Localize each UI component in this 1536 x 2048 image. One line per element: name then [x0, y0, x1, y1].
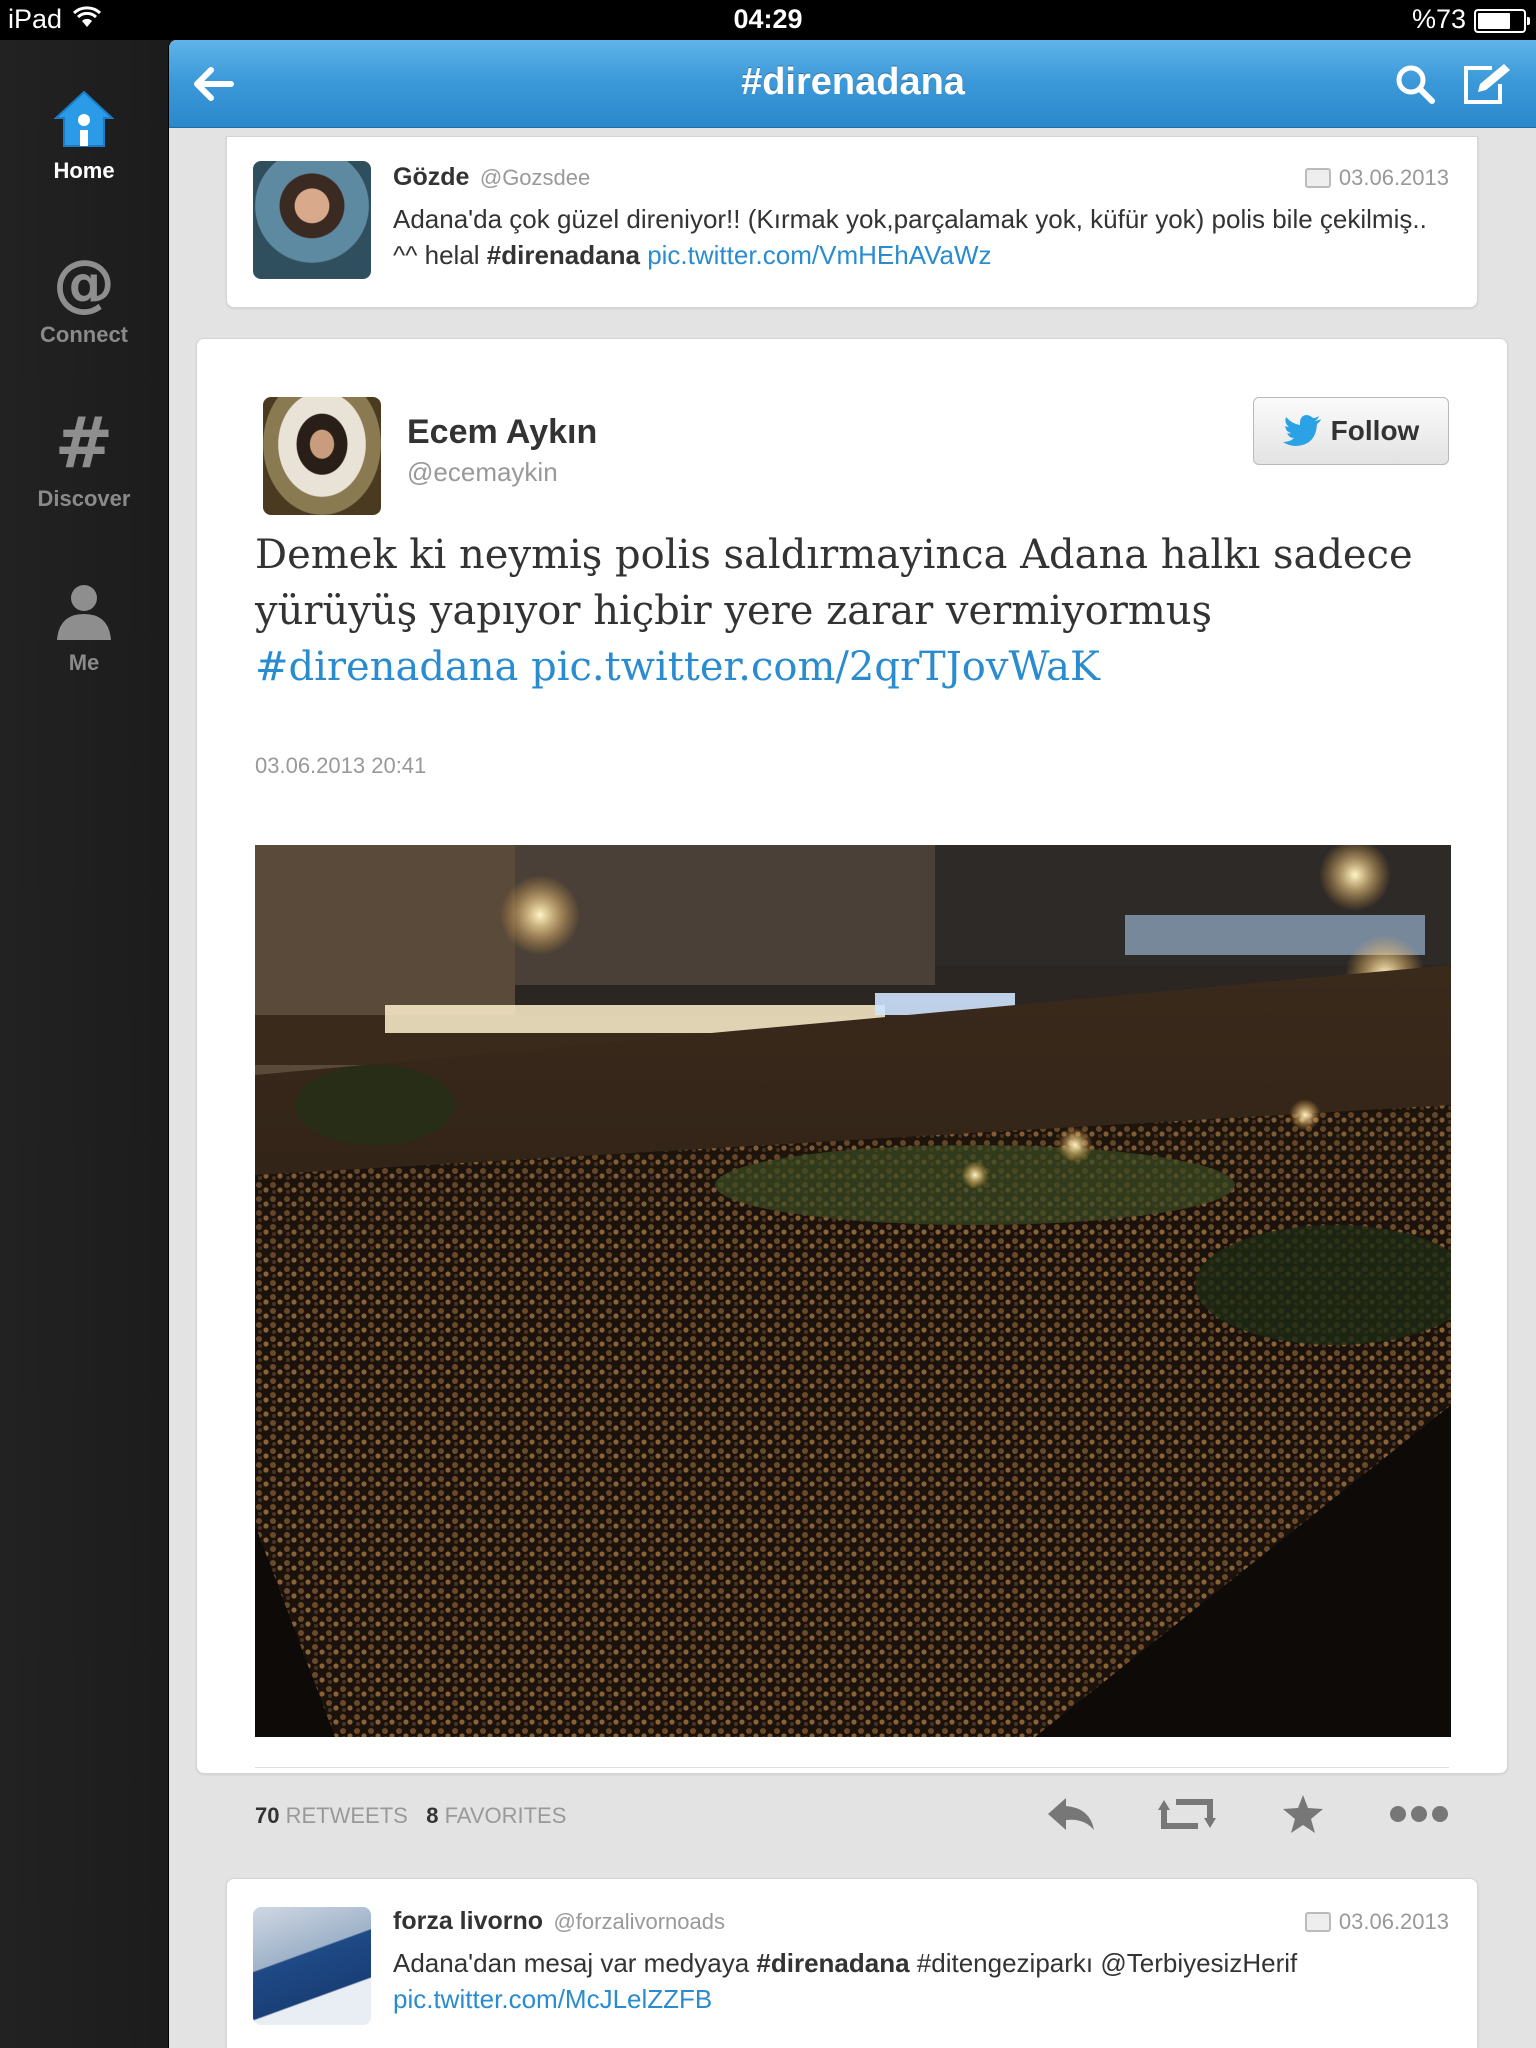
tweet-date: 03.06.2013 [1304, 165, 1449, 191]
tweet-card[interactable]: Gözde @Gozsdee 03.06.2013 Adana'da çok g… [226, 136, 1478, 308]
reply-icon [1048, 1798, 1094, 1830]
compose-button[interactable] [1457, 54, 1517, 114]
tweet-timestamp: 03.06.2013 20:41 [255, 753, 427, 778]
tweet-author-name[interactable]: Ecem Aykın [407, 413, 597, 452]
media-link[interactable]: pic.twitter.com/2qrTJovWaK [531, 644, 1100, 690]
battery-percent: %73 [1411, 4, 1466, 34]
follow-label: Follow [1330, 415, 1420, 446]
sidebar: Home @ Connect # Discover Me [0, 40, 168, 2048]
sidebar-item-discover[interactable]: # Discover [0, 408, 168, 512]
status-bar: iPad 04:29 %73 [0, 0, 1536, 40]
tweet-date-text: 03.06.2013 [1338, 1909, 1449, 1934]
tweet-text: Adana'da çok güzel direniyor!! (Kırmak y… [393, 201, 1449, 273]
avatar[interactable] [263, 397, 381, 515]
tweet-author-handle[interactable]: @ecemaykin [407, 457, 558, 488]
tweet-date-text: 03.06.2013 [1338, 165, 1449, 190]
sidebar-item-label: Me [68, 650, 100, 675]
tweet-text-part: Adana'dan mesaj var medyaya [393, 1948, 757, 1978]
hashtag-link[interactable]: #direnadana [756, 1948, 909, 1978]
tweet-author-name[interactable]: Gözde [393, 163, 469, 191]
clock: 04:29 [733, 4, 803, 34]
retweets-count[interactable]: 70 [255, 1803, 279, 1828]
at-icon: @ [53, 246, 115, 319]
tweet-text-part: Demek ki neymiş polis saldırmayinca Adan… [255, 532, 1413, 634]
follow-button[interactable]: Follow [1253, 397, 1449, 465]
hashtag-link[interactable]: #direnadana [487, 240, 640, 270]
hashtag-link[interactable]: #direnadana [255, 644, 518, 690]
sidebar-item-connect[interactable]: @ Connect [0, 244, 168, 348]
retweet-icon [1158, 1799, 1216, 1829]
search-button[interactable] [1385, 54, 1445, 114]
avatar[interactable] [253, 161, 371, 279]
favorites-label: FAVORITES [444, 1803, 567, 1828]
avatar[interactable] [253, 1907, 371, 2025]
hash-icon: # [54, 402, 114, 484]
reply-button[interactable] [1041, 1789, 1101, 1839]
media-icon [1304, 1912, 1331, 1932]
page-title: #direnadana [741, 61, 965, 103]
sidebar-item-label: Discover [37, 486, 131, 511]
protest-crowd-photo [255, 845, 1451, 1737]
header-bar: #direnadana [169, 40, 1536, 128]
divider [255, 1767, 1449, 1768]
expanded-tweet-card: Ecem Aykın @ecemaykin Follow Demek ki ne… [196, 338, 1508, 1833]
sidebar-item-home[interactable]: Home [0, 80, 168, 184]
tweet-text-part: #ditengeziparkı @TerbiyesizHerif [909, 1948, 1298, 1978]
tweet-text: Demek ki neymiş polis saldırmayinca Adan… [255, 527, 1449, 695]
sidebar-item-label: Home [53, 158, 115, 183]
twitter-bird-icon [1282, 415, 1321, 446]
tweet-photo[interactable] [255, 845, 1451, 1737]
sidebar-item-label: Connect [40, 322, 128, 347]
search-icon [1396, 65, 1435, 104]
retweet-button[interactable] [1157, 1789, 1217, 1839]
favorite-star-icon [1283, 1795, 1323, 1833]
tweet-text: Adana'dan mesaj var medyaya #direnadana … [393, 1945, 1449, 2017]
home-icon [53, 90, 115, 147]
timeline-panel: #direnadana Gözde @Gozsdee 03.06.2013 Ad… [168, 40, 1536, 2048]
media-link[interactable]: pic.twitter.com/VmHEhAVaWz [647, 240, 991, 270]
tweet-author-name[interactable]: forza livorno [393, 1907, 543, 1935]
tweet-card[interactable]: forza livorno @forzalivornoads 03.06.201… [226, 1878, 1478, 2048]
sidebar-item-me[interactable]: Me [0, 572, 168, 676]
battery-icon [1474, 8, 1530, 33]
media-link[interactable]: pic.twitter.com/McJLelZZFB [393, 1984, 712, 2014]
favorites-count[interactable]: 8 [426, 1803, 438, 1828]
favorite-button[interactable] [1273, 1789, 1333, 1839]
tweet-actions [1041, 1789, 1449, 1839]
more-icon [1390, 1806, 1448, 1822]
tweet-stats: 70 RETWEETS 8 FAVORITES [255, 1803, 566, 1829]
compose-icon [1464, 64, 1510, 104]
more-button[interactable] [1389, 1789, 1449, 1839]
retweets-label: RETWEETS [285, 1803, 408, 1828]
tweet-author-handle[interactable]: @forzalivornoads [553, 1909, 725, 1934]
tweet-author-handle[interactable]: @Gozsdee [480, 165, 590, 190]
tweet-date: 03.06.2013 [1304, 1909, 1449, 1935]
media-icon [1304, 168, 1331, 188]
person-icon [57, 585, 111, 640]
